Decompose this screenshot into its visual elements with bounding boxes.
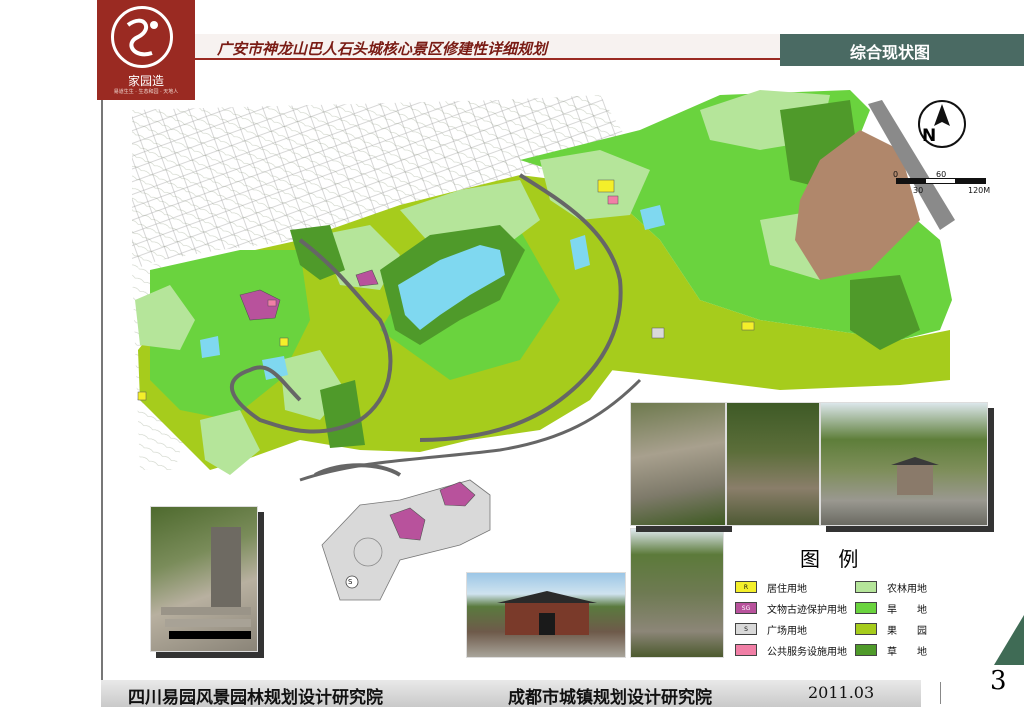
swatch-residential: R [735,581,757,593]
scale-label-120m: 120M [968,186,991,195]
photo-stone-stairs [150,506,258,652]
legend-item-public-service: 公共服务设施用地 [735,643,847,658]
scale-label-0: 0 [893,170,899,179]
public-service-2 [267,299,277,307]
swatch-plaza: S [735,623,757,635]
legend-item-orchard: 果 园 [855,622,927,637]
photo-temple-gate [466,572,626,658]
public-service-1 [607,195,619,205]
swatch-orchard [855,623,877,635]
residential-4 [137,391,147,401]
north-label: N [922,126,937,146]
footer-org-2: 成都市城镇规划设计研究院 [508,688,712,707]
photo-forest-steps [726,402,820,526]
residential-1 [597,179,615,193]
legend-item-heritage: SG 文物古迹保护用地 [735,601,847,616]
swatch-farmforest [855,581,877,593]
legend-item-grassland: 草 地 [855,643,927,658]
footer-org-1: 四川易园风景园林规划设计研究院 [128,688,383,707]
swatch-dryland [855,602,877,614]
swatch-grassland [855,644,877,656]
plaza-mark: S [348,578,353,586]
legend-item-farmforest: 农林用地 [855,580,927,595]
public-service-3 [651,327,665,339]
photo-stone-wall [630,528,724,658]
page-number: 3 [990,666,1007,696]
scale-label-30: 30 [913,186,924,195]
photo-carved-railing [630,402,726,526]
residential-2 [741,321,755,331]
swatch-heritage: SG [735,602,757,614]
legend-item-plaza: S 广场用地 [735,622,807,637]
footer-divider [940,682,941,704]
corner-decoration [994,615,1024,665]
photo-village-gate [820,402,988,526]
swatch-public-service [735,644,757,656]
legend-item-dryland: 旱 地 [855,601,927,616]
legend-title: 图 例 [800,547,865,571]
residential-3 [279,337,289,347]
scale-label-60: 60 [936,170,947,179]
footer-date: 2011.03 [808,683,875,702]
legend-item-residential: R 居住用地 [735,580,807,595]
